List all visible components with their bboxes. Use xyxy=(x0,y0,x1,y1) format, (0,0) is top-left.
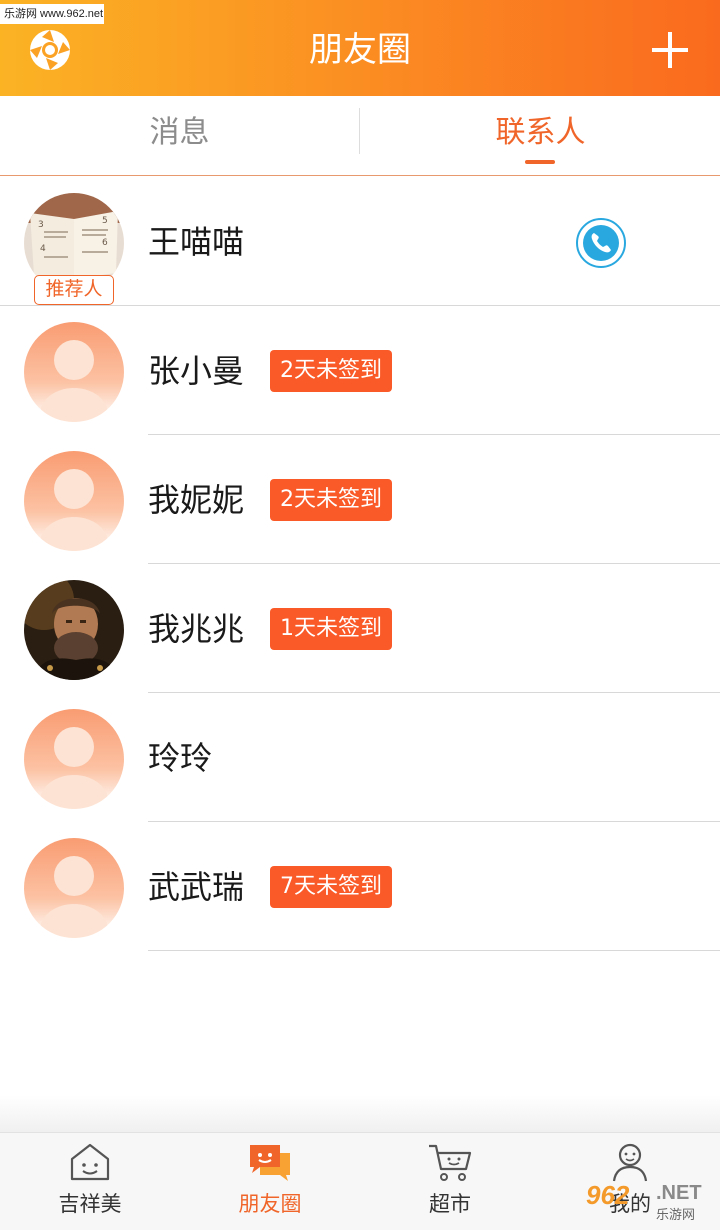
svg-text:4: 4 xyxy=(40,244,46,254)
nav-label: 吉祥美 xyxy=(58,1192,122,1216)
watermark-logo: 962 .NET 乐游网 xyxy=(586,1180,714,1224)
contact-name: 王喵喵 xyxy=(148,223,245,261)
tab-messages[interactable]: 消息 xyxy=(0,96,359,176)
watermark-net: .NET xyxy=(656,1182,702,1204)
contact-name: 我妮妮 xyxy=(148,481,245,519)
contact-name: 武武瑞 xyxy=(148,868,245,906)
nav-item-home[interactable]: 吉祥美 xyxy=(0,1133,180,1230)
contact-row[interactable]: 我兆兆 1天未签到 xyxy=(0,564,720,693)
page-title: 朋友圈 xyxy=(309,30,411,70)
chat-bubbles-icon xyxy=(246,1141,294,1183)
watermark-number: 962 xyxy=(586,1180,630,1210)
plus-icon[interactable] xyxy=(648,28,692,72)
tab-active-indicator xyxy=(525,160,555,164)
tab-contacts[interactable]: 联系人 xyxy=(361,96,720,176)
contact-name: 我兆兆 xyxy=(148,610,245,648)
home-face-icon xyxy=(66,1141,114,1183)
signin-status-badge: 7天未签到 xyxy=(270,866,392,908)
tab-bar: 消息 联系人 xyxy=(0,96,720,176)
contact-row[interactable]: 武武瑞 7天未签到 xyxy=(0,822,720,951)
app-header: 乐游网 www.962.net 朋友圈 xyxy=(0,0,720,96)
default-avatar-icon xyxy=(24,838,124,938)
shutter-logo-icon[interactable] xyxy=(28,28,72,72)
watermark-top: 乐游网 www.962.net xyxy=(0,4,104,24)
signin-status-badge: 2天未签到 xyxy=(270,350,392,392)
signin-status-badge: 2天未签到 xyxy=(270,479,392,521)
signin-status-badge: 1天未签到 xyxy=(270,608,392,650)
shopping-cart-icon xyxy=(426,1141,474,1183)
nav-label: 朋友圈 xyxy=(238,1192,302,1216)
row-divider xyxy=(148,950,720,951)
contact-row[interactable]: 我妮妮 2天未签到 xyxy=(0,435,720,564)
svg-text:6: 6 xyxy=(102,238,108,248)
recommender-tag: 推荐人 xyxy=(34,275,114,305)
contact-name: 玲玲 xyxy=(148,739,213,777)
svg-text:5: 5 xyxy=(102,216,108,226)
phone-icon[interactable] xyxy=(575,217,627,269)
nav-label: 超市 xyxy=(429,1192,471,1216)
man-portrait-avatar xyxy=(24,580,124,680)
contact-list: 3 5 4 6 推荐人 王喵喵 张小曼 2天未签到 我妮妮 2天未签到 我兆兆 … xyxy=(0,177,720,951)
contact-row[interactable]: 张小曼 2天未签到 xyxy=(0,306,720,435)
contact-row[interactable]: 玲玲 xyxy=(0,693,720,822)
default-avatar-icon xyxy=(24,709,124,809)
tab-divider xyxy=(359,108,360,154)
contact-row[interactable]: 3 5 4 6 推荐人 王喵喵 xyxy=(0,177,720,306)
default-avatar-icon xyxy=(24,451,124,551)
user-icon xyxy=(606,1141,654,1183)
contact-name: 张小曼 xyxy=(148,352,245,390)
bottom-shadow xyxy=(0,1095,720,1132)
svg-text:3: 3 xyxy=(38,220,44,230)
default-avatar-icon xyxy=(24,322,124,422)
nav-item-moments[interactable]: 朋友圈 xyxy=(180,1133,360,1230)
watermark-cn: 乐游网 xyxy=(656,1207,696,1222)
nav-item-market[interactable]: 超市 xyxy=(360,1133,540,1230)
